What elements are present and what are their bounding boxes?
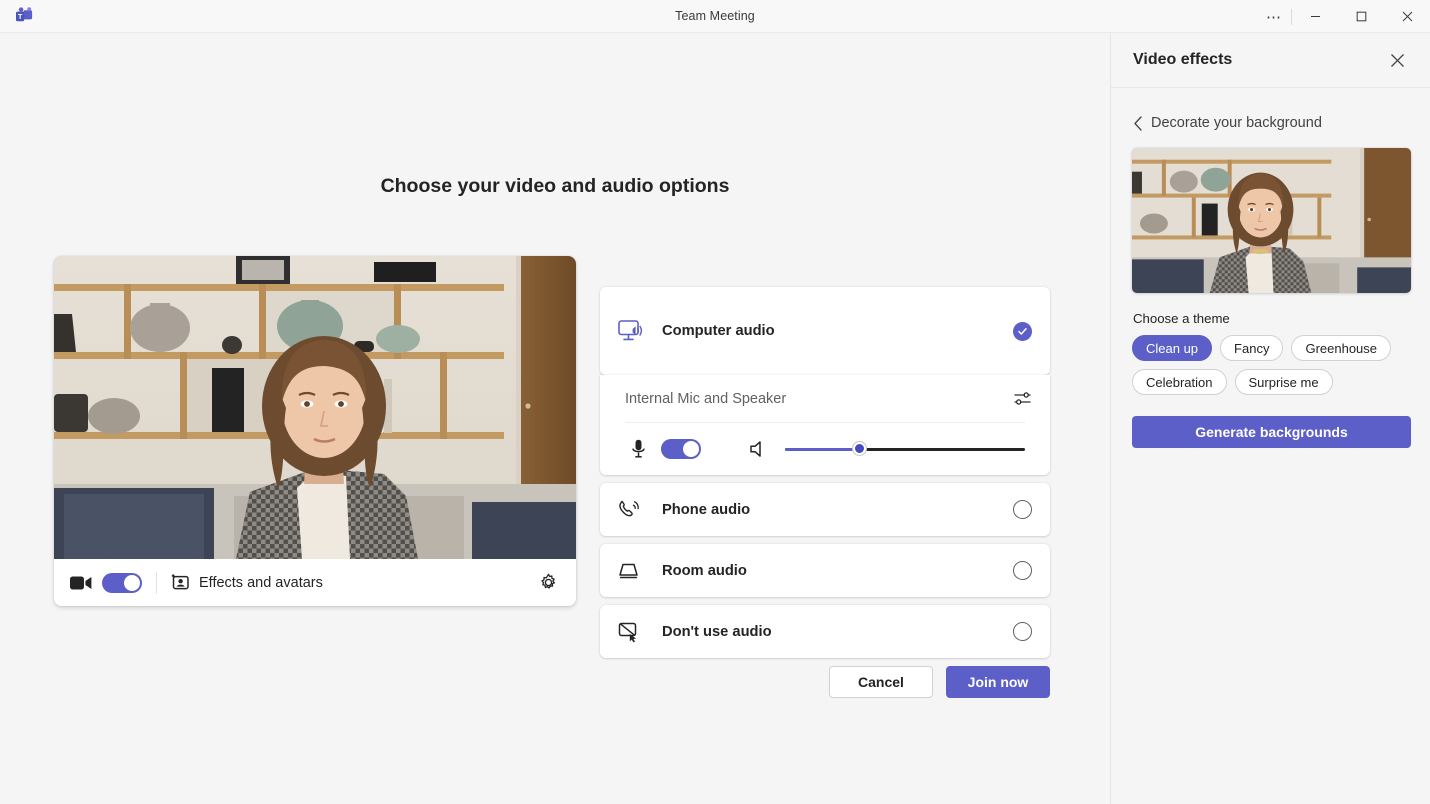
theme-chip-celebration[interactable]: Celebration bbox=[1132, 369, 1227, 395]
audio-option-radio[interactable] bbox=[1013, 622, 1032, 641]
theme-chip-fancy[interactable]: Fancy bbox=[1220, 335, 1283, 361]
audio-option-room-audio[interactable]: Room audio bbox=[600, 544, 1050, 597]
camera-toggle-knob bbox=[124, 575, 140, 591]
camera-toggle[interactable] bbox=[102, 573, 142, 593]
audio-option-no-audio[interactable]: Don't use audio bbox=[600, 605, 1050, 658]
video-preview-card: Effects and avatars bbox=[54, 256, 576, 606]
chevron-left-icon bbox=[1133, 116, 1151, 131]
video-preview[interactable] bbox=[54, 256, 576, 559]
audio-option-label: Room audio bbox=[662, 563, 1013, 579]
theme-chip-greenhouse[interactable]: Greenhouse bbox=[1291, 335, 1391, 361]
audio-option-label: Phone audio bbox=[662, 502, 1013, 518]
window-title: Team Meeting bbox=[0, 9, 1430, 23]
video-preview-image bbox=[54, 256, 576, 559]
theme-chip-list: Clean up Fancy Greenhouse Celebration Su… bbox=[1132, 335, 1412, 395]
audio-option-label: Computer audio bbox=[662, 323, 1013, 339]
background-preview-image bbox=[1132, 148, 1411, 293]
audio-device-panel: Internal Mic and Speaker bbox=[600, 375, 1050, 475]
audio-option-radio-selected[interactable] bbox=[1013, 322, 1032, 341]
main-content: Choose your video and audio options bbox=[0, 33, 1110, 804]
panel-title: Video effects bbox=[1133, 51, 1382, 69]
computer-speaker-icon bbox=[618, 320, 662, 342]
video-effects-panel: Video effects Decorate your background bbox=[1110, 33, 1430, 804]
title-bar: T Team Meeting ⋯ bbox=[0, 0, 1430, 33]
action-buttons: Cancel Join now bbox=[600, 666, 1050, 698]
microphone-toggle-knob bbox=[683, 441, 699, 457]
volume-fill bbox=[785, 448, 859, 451]
background-preview-thumbnail[interactable] bbox=[1132, 148, 1411, 293]
gear-icon[interactable] bbox=[534, 569, 562, 597]
room-speaker-icon bbox=[618, 561, 662, 581]
audio-option-computer-audio[interactable]: Computer audio bbox=[600, 287, 1050, 375]
theme-chip-surprise-me[interactable]: Surprise me bbox=[1235, 369, 1333, 395]
back-to-decorate-background[interactable]: Decorate your background bbox=[1111, 102, 1430, 144]
audio-device-header: Internal Mic and Speaker bbox=[600, 375, 1050, 422]
generate-backgrounds-button[interactable]: Generate backgrounds bbox=[1132, 416, 1411, 448]
speaker-icon[interactable] bbox=[743, 440, 773, 458]
window-controls: ⋯ bbox=[1257, 0, 1430, 33]
theme-chip-clean-up[interactable]: Clean up bbox=[1132, 335, 1212, 361]
audio-option-label: Don't use audio bbox=[662, 624, 1013, 640]
join-now-button[interactable]: Join now bbox=[946, 666, 1050, 698]
volume-thumb[interactable] bbox=[853, 442, 866, 455]
audio-option-radio[interactable] bbox=[1013, 561, 1032, 580]
panel-header: Video effects bbox=[1111, 33, 1430, 88]
close-window-button[interactable] bbox=[1384, 0, 1430, 33]
camera-icon bbox=[68, 575, 94, 591]
audio-options-list: Computer audio Internal Mic and Speaker bbox=[600, 287, 1050, 666]
volume-slider[interactable] bbox=[785, 439, 1025, 459]
audio-option-phone-audio[interactable]: Phone audio bbox=[600, 483, 1050, 536]
effects-avatar-icon bbox=[171, 573, 190, 592]
toolbar-divider bbox=[156, 572, 157, 594]
microphone-icon bbox=[625, 439, 651, 459]
maximize-button[interactable] bbox=[1338, 0, 1384, 33]
video-preview-toolbar: Effects and avatars bbox=[54, 559, 576, 606]
microphone-toggle[interactable] bbox=[661, 439, 701, 459]
sliders-icon[interactable] bbox=[1013, 389, 1032, 408]
cancel-button[interactable]: Cancel bbox=[829, 666, 933, 698]
page-title: Choose your video and audio options bbox=[0, 175, 1110, 198]
choose-theme-label: Choose a theme bbox=[1133, 311, 1430, 326]
more-options-button[interactable]: ⋯ bbox=[1257, 0, 1291, 33]
audio-option-radio[interactable] bbox=[1013, 500, 1032, 519]
phone-ring-icon bbox=[618, 499, 662, 521]
effects-and-avatars-label[interactable]: Effects and avatars bbox=[199, 575, 323, 591]
no-audio-icon bbox=[618, 621, 662, 643]
audio-device-controls bbox=[600, 423, 1050, 475]
close-icon[interactable] bbox=[1382, 45, 1412, 75]
minimize-button[interactable] bbox=[1292, 0, 1338, 33]
audio-device-name: Internal Mic and Speaker bbox=[625, 391, 1013, 407]
back-label: Decorate your background bbox=[1151, 115, 1322, 131]
teams-prejoin-window: T Team Meeting ⋯ Choose your video and a… bbox=[0, 0, 1430, 804]
